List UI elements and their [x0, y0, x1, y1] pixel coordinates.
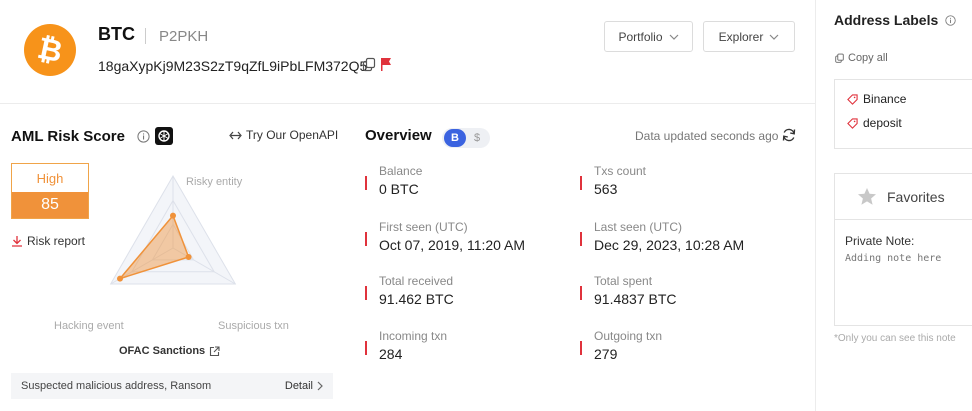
stat-value: Dec 29, 2023, 10:28 AM [594, 237, 745, 253]
radar-point [185, 254, 192, 260]
stat-value: 563 [594, 181, 618, 197]
ofac-sanctions-link[interactable]: OFAC Sanctions [119, 345, 220, 357]
info-icon[interactable] [945, 15, 956, 26]
stat-label: Incoming txn [379, 329, 448, 343]
copy-icon [835, 53, 844, 63]
favorites-button[interactable]: Favorites [835, 174, 972, 220]
wallet-address: 18gaXypKj9M23S2zT9qZfL9iPbLFM372Q5 [98, 58, 368, 74]
private-note-input[interactable] [845, 253, 972, 264]
overview-title: Overview [365, 127, 432, 144]
copy-all-button[interactable]: Copy all [834, 52, 888, 64]
address-labels-title: Address Labels [834, 12, 956, 28]
explorer-label: Explorer [718, 29, 764, 44]
chevron-right-icon [317, 381, 323, 391]
suspected-text: Suspected malicious address, Ransom [21, 380, 212, 392]
chevron-down-icon [669, 34, 678, 40]
detail-label: Detail [284, 380, 313, 392]
openapi-link[interactable]: Try Our OpenAPI [229, 128, 338, 142]
portfolio-label: Portfolio [618, 29, 663, 44]
stat-value: 91.4837 BTC [594, 291, 677, 307]
copy-all-label: Copy all [848, 52, 888, 64]
data-updated-text: Data updated seconds ago [635, 129, 779, 143]
ofac-label: OFAC Sanctions [119, 345, 206, 357]
currency-toggle[interactable]: B $ [442, 128, 490, 148]
stat-label: Total spent [594, 274, 653, 288]
stat-value: 279 [594, 346, 618, 362]
openapi-label: Try Our OpenAPI [246, 128, 339, 142]
usd-toggle-button[interactable]: $ [466, 129, 488, 147]
refresh-icon[interactable] [781, 127, 797, 143]
stat-label: Balance [379, 164, 423, 178]
address-labels-label: Address Labels [834, 12, 939, 28]
column-divider [815, 0, 816, 411]
info-icon[interactable] [137, 130, 150, 143]
stat-label: Outgoing txn [594, 329, 663, 343]
star-icon [858, 188, 876, 205]
favorites-label: Favorites [887, 188, 945, 205]
tag-label: deposit [863, 116, 902, 130]
tag-binance[interactable]: Binance [847, 92, 906, 106]
flag-icon[interactable] [379, 56, 393, 72]
stat-value: 284 [379, 346, 403, 362]
risk-radar-chart [109, 175, 237, 285]
section-divider [0, 103, 815, 104]
tag-icon [847, 117, 858, 129]
chatgpt-icon[interactable] [155, 127, 173, 145]
radar-axis-label: Suspicious txn [218, 320, 289, 332]
aml-title: AML Risk Score [11, 128, 125, 145]
radar-point [116, 275, 123, 282]
suspected-malicious-banner: Suspected malicious address, Ransom Deta… [11, 373, 333, 399]
stat-value: 0 BTC [379, 181, 419, 197]
stat-value: 91.462 BTC [379, 291, 454, 307]
address-labels-box: Binance deposit [834, 79, 972, 149]
explorer-dropdown[interactable]: Explorer [703, 21, 795, 52]
tag-icon [847, 93, 858, 105]
header-divider [145, 28, 146, 44]
download-icon [12, 236, 22, 247]
external-link-icon [210, 345, 220, 356]
stat-label: First seen (UTC) [379, 220, 468, 234]
stat-label: Total received [379, 274, 454, 288]
portfolio-dropdown[interactable]: Portfolio [604, 21, 693, 52]
copy-icon[interactable] [361, 57, 377, 73]
api-icon [229, 131, 242, 139]
stat-label: Txs count [594, 164, 647, 178]
coin-symbol: BTC [98, 24, 135, 44]
radar-axis-label: Risky entity [186, 176, 243, 188]
note-privacy-hint: *Only you can see this note [834, 333, 956, 344]
stat-value: Oct 07, 2019, 11:20 AM [379, 237, 526, 253]
radar-axis-label: Hacking event [54, 320, 124, 332]
chevron-down-icon [769, 34, 779, 40]
address-type: P2PKH [159, 28, 209, 45]
btc-logo-icon: ₿ [24, 24, 76, 76]
tag-label: Binance [863, 92, 907, 106]
radar-point [170, 212, 176, 219]
favorites-panel: Favorites Private Note: [834, 173, 972, 326]
stat-label: Last seen (UTC) [594, 220, 683, 234]
btc-toggle-button[interactable]: B [444, 129, 466, 147]
tag-deposit[interactable]: deposit [847, 116, 902, 130]
private-note-title: Private Note: [845, 234, 915, 248]
svg-text:₿: ₿ [35, 32, 66, 69]
detail-link[interactable]: Detail [285, 380, 323, 392]
